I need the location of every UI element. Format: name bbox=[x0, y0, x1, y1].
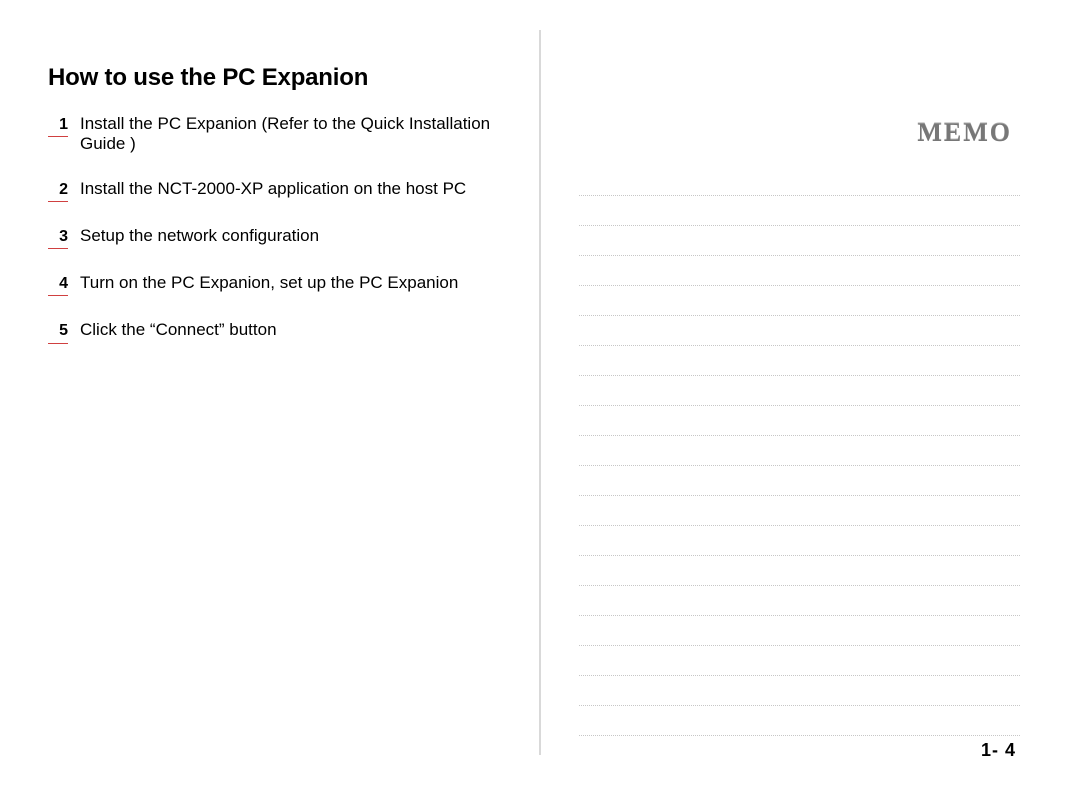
memo-line bbox=[579, 196, 1020, 226]
step-number: 5 bbox=[48, 321, 68, 343]
step-number: 3 bbox=[48, 227, 68, 249]
step-number: 4 bbox=[48, 274, 68, 296]
memo-line bbox=[579, 526, 1020, 556]
memo-line bbox=[579, 166, 1020, 196]
memo-lines-area bbox=[579, 166, 1020, 726]
memo-line bbox=[579, 556, 1020, 586]
step-item: 1 Install the PC Expanion (Refer to the … bbox=[48, 114, 511, 155]
memo-line bbox=[579, 586, 1020, 616]
page-spread: How to use the PC Expanion 1 Install the… bbox=[28, 20, 1052, 773]
step-number: 1 bbox=[48, 115, 68, 137]
step-text: Turn on the PC Expanion, set up the PC E… bbox=[80, 273, 458, 293]
memo-line bbox=[579, 376, 1020, 406]
step-item: 4 Turn on the PC Expanion, set up the PC… bbox=[48, 273, 511, 296]
document-spread: How to use the PC Expanion 1 Install the… bbox=[0, 0, 1080, 793]
memo-line bbox=[579, 496, 1020, 526]
memo-line bbox=[579, 646, 1020, 676]
left-page: How to use the PC Expanion 1 Install the… bbox=[28, 20, 539, 773]
right-page: MEMO 1- 4 bbox=[541, 20, 1052, 773]
step-item: 2 Install the NCT-2000-XP application on… bbox=[48, 179, 511, 202]
memo-line bbox=[579, 436, 1020, 466]
page-number: 1- 4 bbox=[981, 740, 1016, 761]
step-text: Install the NCT-2000-XP application on t… bbox=[80, 179, 466, 199]
memo-line bbox=[579, 676, 1020, 706]
memo-line bbox=[579, 286, 1020, 316]
memo-heading: MEMO bbox=[579, 118, 1012, 148]
memo-line bbox=[579, 316, 1020, 346]
page-title: How to use the PC Expanion bbox=[48, 64, 511, 92]
step-item: 3 Setup the network configuration bbox=[48, 226, 511, 249]
step-number: 2 bbox=[48, 180, 68, 202]
memo-line bbox=[579, 346, 1020, 376]
step-text: Click the “Connect” button bbox=[80, 320, 277, 340]
memo-line bbox=[579, 466, 1020, 496]
steps-list: 1 Install the PC Expanion (Refer to the … bbox=[48, 114, 511, 344]
step-item: 5 Click the “Connect” button bbox=[48, 320, 511, 343]
step-text: Setup the network configuration bbox=[80, 226, 319, 246]
memo-line bbox=[579, 226, 1020, 256]
memo-line bbox=[579, 406, 1020, 436]
step-text: Install the PC Expanion (Refer to the Qu… bbox=[80, 114, 511, 155]
memo-line bbox=[579, 706, 1020, 736]
memo-line bbox=[579, 256, 1020, 286]
memo-line bbox=[579, 616, 1020, 646]
